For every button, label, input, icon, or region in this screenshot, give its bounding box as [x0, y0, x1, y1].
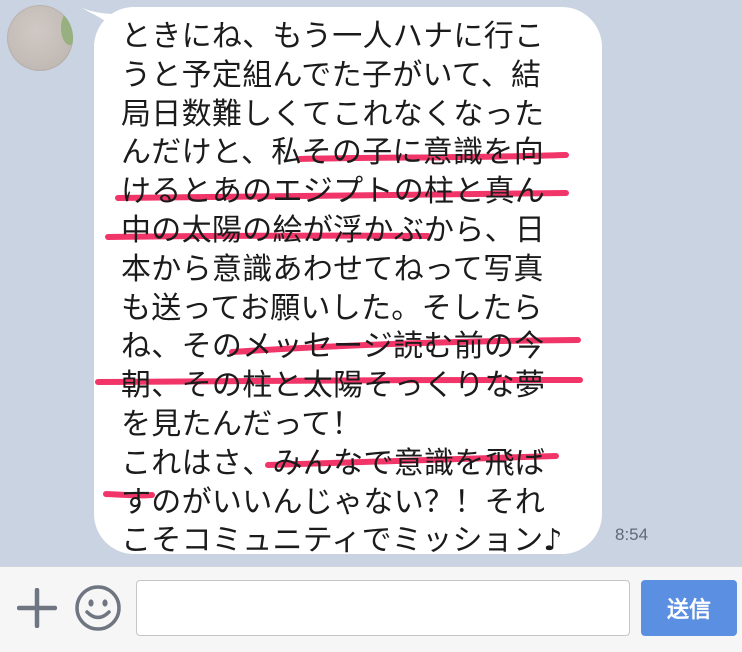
- message-timestamp: 8:54: [615, 525, 649, 544]
- message-line: 本から意識あわせてねって写真: [121, 251, 544, 287]
- message-line: も送ってお願いした。そしたら: [121, 290, 543, 326]
- message-line: んだけと、私その子に意識を向: [121, 135, 544, 171]
- avatar[interactable]: [7, 5, 73, 71]
- message-line: うと予定組んでた子がいて、結: [121, 57, 542, 93]
- message-text: ときにね、もう一人ハナに行こ うと予定組んでた子がいて、結 局日数難しくてこれな…: [121, 18, 591, 561]
- message-line: ときにね、もう一人ハナに行こ: [121, 19, 545, 54]
- message-line: ね、そのメッセージ読む前の今: [121, 329, 545, 365]
- message-line: 局日数難しくてこれなくなった: [121, 96, 545, 132]
- input-bar: 送信: [0, 566, 742, 652]
- avatar-foliage: [61, 11, 73, 45]
- plus-icon[interactable]: [17, 588, 57, 628]
- message-line: 中の太陽の絵が浮かぶから、日: [121, 212, 546, 248]
- message-line: けるとあのエジプトの柱と真ん: [121, 174, 546, 210]
- message-input[interactable]: [136, 580, 630, 636]
- message-line: これはさ、みんなで意識を飛ば: [121, 445, 546, 481]
- emoji-icon[interactable]: [74, 584, 122, 632]
- chat-area: ときにね、もう一人ハナに行こ うと予定組んでた子がいて、結 局日数難しくてこれな…: [0, 0, 742, 566]
- send-button[interactable]: 送信: [641, 580, 737, 636]
- message-line: 朝、その柱と太陽そっくりな夢: [121, 368, 546, 404]
- message-line: を見たんだって！: [121, 406, 362, 442]
- message-line: こそコミュニティでミッション♪: [121, 523, 563, 559]
- message-line: すのがいいんじゃない？！それ: [121, 484, 546, 520]
